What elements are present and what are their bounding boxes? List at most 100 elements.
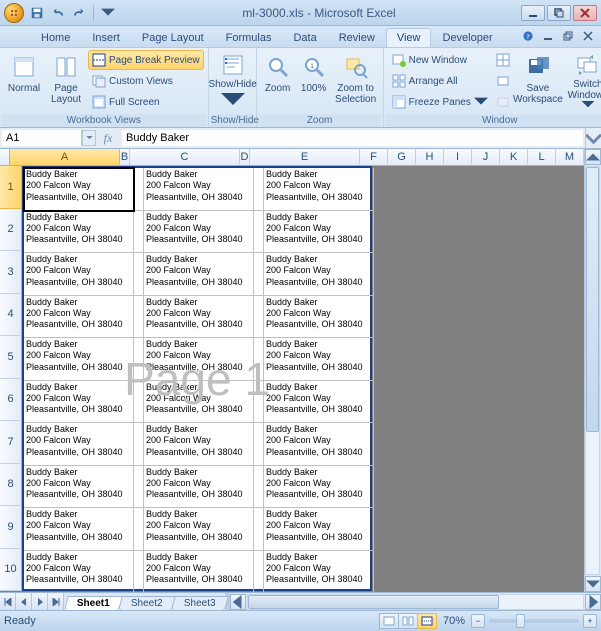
zoom-button[interactable]: Zoom — [261, 50, 295, 112]
cell-A10[interactable]: Buddy Baker200 Falcon WayPleasantville, … — [24, 551, 134, 593]
horizontal-scrollbar[interactable] — [230, 593, 601, 610]
ribbon-tab-review[interactable]: Review — [328, 28, 386, 47]
cell-D8[interactable] — [254, 466, 264, 509]
zoom-slider-thumb[interactable] — [516, 614, 525, 628]
column-header-L[interactable]: L — [528, 149, 556, 165]
cell-C5[interactable]: Buddy Baker200 Falcon WayPleasantville, … — [144, 338, 254, 381]
cell-E5[interactable]: Buddy Baker200 Falcon WayPleasantville, … — [264, 338, 374, 381]
cell-D10[interactable] — [254, 551, 264, 593]
unhide-button[interactable] — [494, 92, 512, 112]
cell-E3[interactable]: Buddy Baker200 Falcon WayPleasantville, … — [264, 253, 374, 296]
scroll-right-button[interactable] — [585, 594, 601, 610]
cell-D1[interactable] — [254, 168, 264, 211]
ribbon-tab-home[interactable]: Home — [30, 28, 81, 47]
minimize-button[interactable] — [521, 5, 545, 21]
name-box-dropdown[interactable] — [82, 130, 96, 146]
cell-A4[interactable]: Buddy Baker200 Falcon WayPleasantville, … — [24, 296, 134, 339]
formula-input[interactable]: Buddy Baker — [122, 130, 583, 146]
cell-A9[interactable]: Buddy Baker200 Falcon WayPleasantville, … — [24, 508, 134, 551]
split-button[interactable] — [494, 50, 512, 70]
column-header-J[interactable]: J — [472, 149, 500, 165]
row-header-2[interactable]: 2 — [0, 209, 22, 252]
name-box[interactable]: A1 — [2, 130, 82, 146]
column-header-E[interactable]: E — [250, 149, 360, 165]
column-header-D[interactable]: D — [240, 149, 250, 165]
scroll-up-button[interactable] — [585, 149, 601, 165]
cell-B1[interactable] — [134, 168, 144, 211]
sheet-tab-sheet1[interactable]: Sheet1 — [64, 596, 123, 610]
zoom-in-button[interactable]: + — [583, 614, 597, 628]
cell-D4[interactable] — [254, 296, 264, 339]
zoom-100-button[interactable]: 1100% — [297, 50, 331, 112]
cell-E10[interactable]: Buddy Baker200 Falcon WayPleasantville, … — [264, 551, 374, 593]
vscroll-track[interactable] — [585, 166, 600, 575]
column-header-A[interactable]: A — [10, 149, 120, 165]
cell-B3[interactable] — [134, 253, 144, 296]
cell-A3[interactable]: Buddy Baker200 Falcon WayPleasantville, … — [24, 253, 134, 296]
row-header-10[interactable]: 10 — [0, 549, 22, 592]
page-break-preview-button[interactable]: Page Break Preview — [88, 50, 204, 70]
new-window-button[interactable]: New Window — [388, 50, 492, 70]
row-header-4[interactable]: 4 — [0, 294, 22, 337]
qat-redo-button[interactable] — [70, 4, 88, 22]
cell-D2[interactable] — [254, 211, 264, 254]
scroll-left-button[interactable] — [230, 594, 246, 610]
ribbon-tab-data[interactable]: Data — [282, 28, 327, 47]
cell-B2[interactable] — [134, 211, 144, 254]
cell-A2[interactable]: Buddy Baker200 Falcon WayPleasantville, … — [24, 211, 134, 254]
row-header-5[interactable]: 5 — [0, 336, 22, 379]
vertical-scrollbar[interactable] — [584, 149, 601, 592]
status-page-break-view[interactable] — [417, 613, 437, 629]
maximize-button[interactable] — [547, 5, 571, 21]
cell-B7[interactable] — [134, 423, 144, 466]
cell-D9[interactable] — [254, 508, 264, 551]
cell-E2[interactable]: Buddy Baker200 Falcon WayPleasantville, … — [264, 211, 374, 254]
cell-E9[interactable]: Buddy Baker200 Falcon WayPleasantville, … — [264, 508, 374, 551]
qat-save-button[interactable] — [28, 4, 46, 22]
cell-E1[interactable]: Buddy Baker200 Falcon WayPleasantville, … — [264, 168, 374, 211]
cell-D5[interactable] — [254, 338, 264, 381]
sheet-tab-sheet3[interactable]: Sheet3 — [171, 596, 228, 610]
cell-A1[interactable]: Buddy Baker200 Falcon WayPleasantville, … — [24, 168, 134, 211]
zoom-to-selection-button[interactable]: Zoom to Selection — [333, 50, 379, 112]
select-all-corner[interactable] — [0, 149, 10, 165]
ribbon-tab-developer[interactable]: Developer — [431, 28, 503, 47]
cell-B5[interactable] — [134, 338, 144, 381]
zoom-level[interactable]: 70% — [443, 615, 465, 627]
cell-A7[interactable]: Buddy Baker200 Falcon WayPleasantville, … — [24, 423, 134, 466]
cell-A5[interactable]: Buddy Baker200 Falcon WayPleasantville, … — [24, 338, 134, 381]
column-header-M[interactable]: M — [556, 149, 584, 165]
ribbon-tab-view[interactable]: View — [386, 28, 432, 47]
save-workspace-button[interactable]: Save Workspace — [514, 50, 562, 112]
hscroll-track[interactable] — [247, 594, 584, 610]
tab-prev-button[interactable] — [16, 593, 32, 610]
page-layout-button[interactable]: Page Layout — [46, 50, 86, 112]
cell-C8[interactable]: Buddy Baker200 Falcon WayPleasantville, … — [144, 466, 254, 509]
close-button[interactable] — [573, 5, 597, 21]
arrange-all-button[interactable]: Arrange All — [388, 71, 492, 91]
ribbon-tab-page-layout[interactable]: Page Layout — [131, 28, 215, 47]
cell-B9[interactable] — [134, 508, 144, 551]
vscroll-thumb[interactable] — [586, 167, 599, 432]
zoom-slider[interactable] — [489, 619, 579, 623]
cell-B4[interactable] — [134, 296, 144, 339]
row-header-7[interactable]: 7 — [0, 421, 22, 464]
scroll-down-button[interactable] — [585, 576, 601, 592]
qat-undo-button[interactable] — [49, 4, 67, 22]
ribbon-tab-formulas[interactable]: Formulas — [215, 28, 283, 47]
zoom-out-button[interactable]: − — [471, 614, 485, 628]
ribbon-tab-insert[interactable]: Insert — [81, 28, 131, 47]
show-hide-button[interactable]: Show/Hide — [213, 50, 253, 112]
formula-bar-expand[interactable] — [585, 128, 601, 148]
cell-C3[interactable]: Buddy Baker200 Falcon WayPleasantville, … — [144, 253, 254, 296]
column-header-K[interactable]: K — [500, 149, 528, 165]
full-screen-button[interactable]: Full Screen — [88, 92, 204, 112]
custom-views-button[interactable]: Custom Views — [88, 71, 204, 91]
cell-C7[interactable]: Buddy Baker200 Falcon WayPleasantville, … — [144, 423, 254, 466]
column-header-H[interactable]: H — [416, 149, 444, 165]
row-header-8[interactable]: 8 — [0, 464, 22, 507]
row-header-3[interactable]: 3 — [0, 251, 22, 294]
tab-next-button[interactable] — [32, 593, 48, 610]
cell-C1[interactable]: Buddy Baker200 Falcon WayPleasantville, … — [144, 168, 254, 211]
qat-customize-button[interactable] — [99, 4, 117, 22]
